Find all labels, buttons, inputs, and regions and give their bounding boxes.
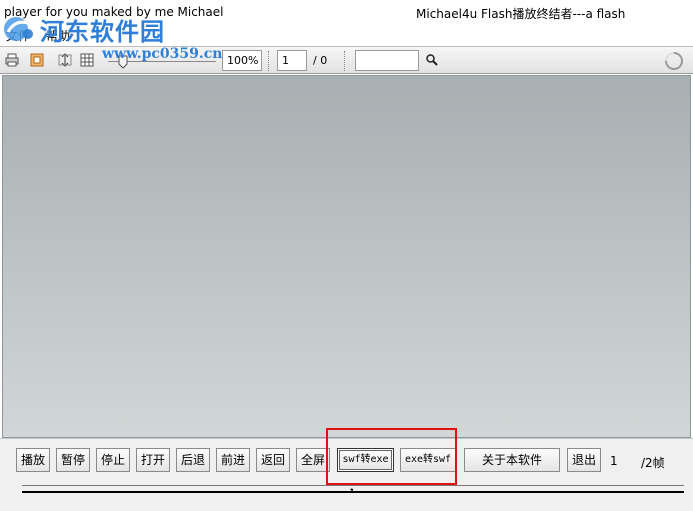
playback-progress-slider[interactable]: ❟ xyxy=(22,482,684,496)
search-input[interactable] xyxy=(355,50,419,71)
exit-button[interactable]: 退出 xyxy=(567,448,601,472)
window-title-center: Michael4u Flash播放终结者---a flash xyxy=(416,7,626,21)
frame-total: /2帧 xyxy=(641,456,665,470)
back-button[interactable]: 后退 xyxy=(176,448,210,472)
pause-button[interactable]: 暂停 xyxy=(56,448,90,472)
watermark-url: www.pc0359.cn xyxy=(102,46,223,62)
frame-current: 1 xyxy=(610,454,618,468)
about-button[interactable]: 关于本软件 xyxy=(464,448,560,472)
toolbar-separator xyxy=(344,51,345,71)
open-button[interactable]: 打开 xyxy=(136,448,170,472)
watermark-logo-icon xyxy=(4,17,33,41)
toolbar-separator xyxy=(268,51,269,71)
swf-to-exe-button[interactable]: swf转exe xyxy=(337,448,394,472)
forward-button[interactable]: 前进 xyxy=(216,448,250,472)
watermark-site-name: 河东软件园 xyxy=(40,17,165,46)
loading-spinner-icon xyxy=(665,52,683,70)
play-button[interactable]: 播放 xyxy=(16,448,50,472)
control-panel: 播放 暂停 停止 打开 后退 前进 返回 全屏 swf转exe exe转swf … xyxy=(0,438,693,511)
site-watermark: 河东软件园 www.pc0359.cn xyxy=(2,12,222,68)
search-icon[interactable] xyxy=(425,53,439,67)
stop-button[interactable]: 停止 xyxy=(96,448,130,472)
fullscreen-button[interactable]: 全屏 xyxy=(296,448,330,472)
page-number-input[interactable]: 1 xyxy=(277,50,307,71)
flash-display-area[interactable] xyxy=(2,75,691,438)
exe-to-swf-button[interactable]: exe转swf xyxy=(400,448,456,472)
page-total-label: / 0 xyxy=(313,54,328,67)
progress-thumb-icon[interactable]: ❟ xyxy=(350,483,354,493)
return-button[interactable]: 返回 xyxy=(256,448,290,472)
zoom-input[interactable]: 100% xyxy=(222,50,262,71)
